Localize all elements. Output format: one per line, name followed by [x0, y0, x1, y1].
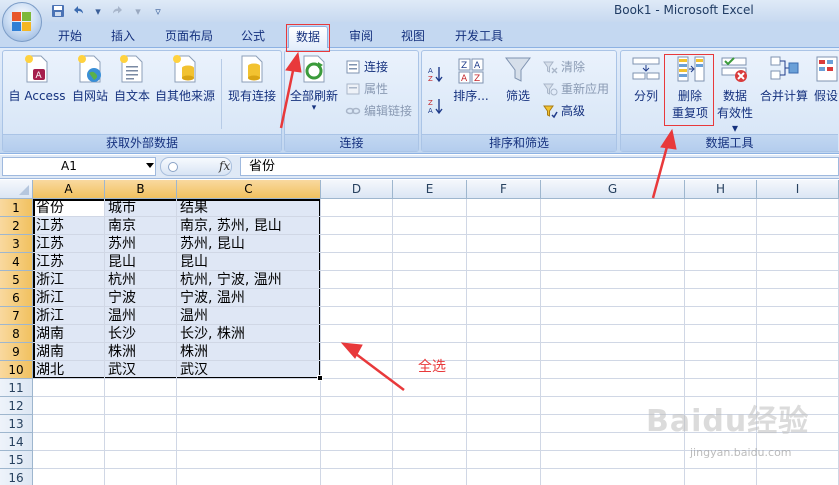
office-logo-icon	[12, 12, 32, 32]
watermark-logo: Baidu经验	[646, 404, 810, 439]
arrow-head-data-tab	[285, 51, 302, 73]
watermark-url: jingyan.baidu.com	[690, 446, 792, 459]
arrow-to-remove-duplicates	[651, 142, 670, 199]
office-button[interactable]	[2, 2, 42, 42]
annotation-select-all-label: 全选	[418, 359, 446, 375]
watermark: Baidu经验 jingyan.baidu.com	[646, 396, 826, 468]
arrow-head-remove-duplicates	[660, 128, 677, 150]
arrow-to-data-tab	[279, 65, 296, 129]
arrow-to-selection	[351, 350, 405, 391]
